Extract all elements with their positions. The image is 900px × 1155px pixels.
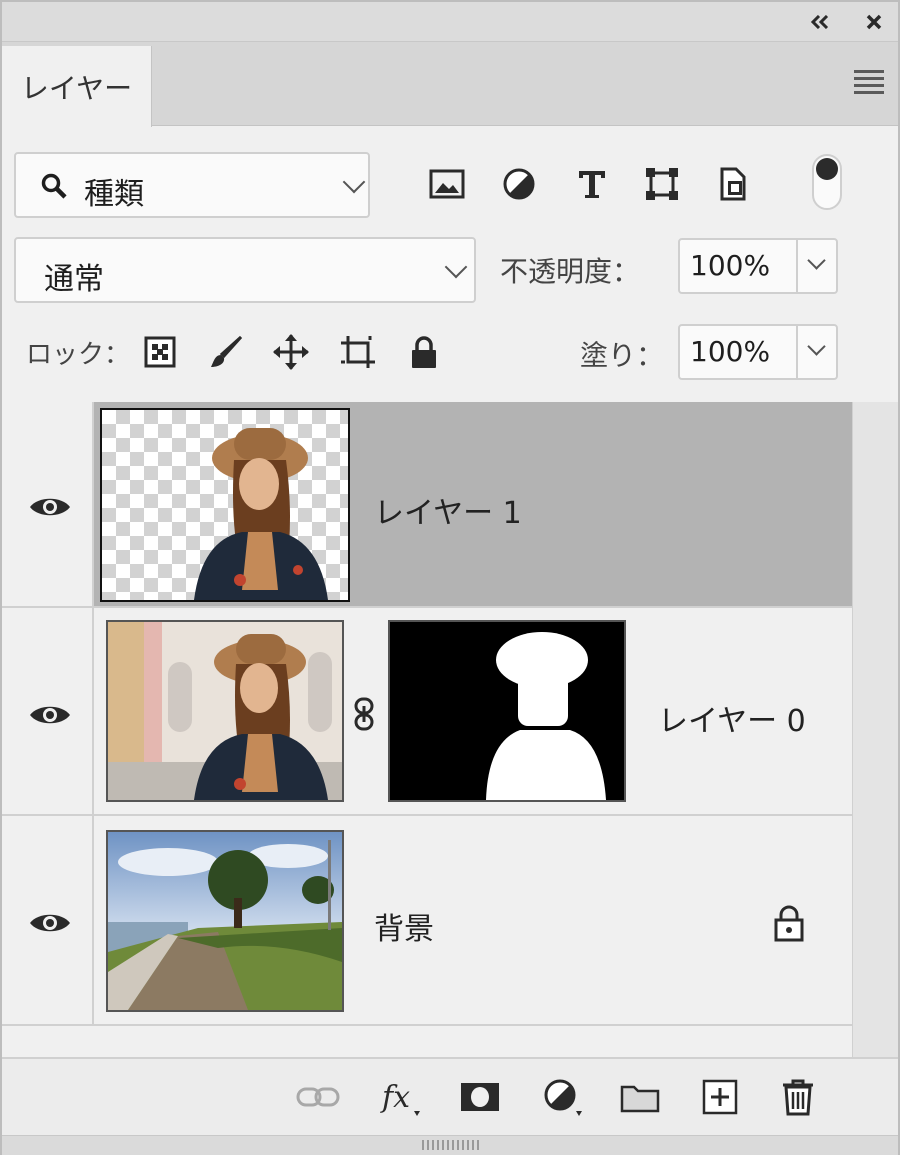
opacity-field[interactable]: 100%	[678, 238, 838, 294]
collapse-icon[interactable]	[808, 10, 832, 34]
lock-transparent-pixels-icon[interactable]	[140, 332, 180, 372]
layer-list: レイヤー 1 レイヤー 0 背景	[2, 402, 852, 1057]
layer-name[interactable]: 背景	[374, 904, 434, 948]
adjustment-layer-icon[interactable]	[540, 1075, 584, 1119]
layer-thumbnail[interactable]	[100, 408, 350, 602]
filter-kind-label: 種類	[84, 177, 144, 212]
lock-all-icon[interactable]	[404, 332, 444, 372]
close-icon[interactable]	[862, 10, 886, 34]
layer-thumbnail[interactable]	[106, 620, 344, 802]
fx-icon[interactable]: fx	[378, 1075, 422, 1119]
group-folder-icon[interactable]	[618, 1075, 662, 1119]
toggle-knob	[816, 158, 838, 180]
tab-label: レイヤー	[20, 71, 133, 105]
layer-name[interactable]: レイヤー 0	[658, 696, 806, 740]
search-icon	[40, 172, 68, 204]
panel-title-bar[interactable]	[2, 2, 898, 42]
lock-artboard-icon[interactable]	[338, 332, 378, 372]
eye-icon[interactable]	[28, 910, 72, 936]
chevron-down-icon[interactable]	[807, 337, 826, 356]
trash-icon[interactable]	[776, 1075, 820, 1119]
layer-name[interactable]: レイヤー 1	[374, 488, 522, 532]
layer-list-scrollbar[interactable]	[852, 402, 898, 1057]
layer-row-background[interactable]: 背景	[2, 816, 852, 1026]
lock-image-pixels-icon[interactable]	[206, 332, 246, 372]
blend-mode-label: 通常	[44, 262, 104, 297]
visibility-column	[2, 816, 94, 1024]
visibility-column	[2, 402, 94, 606]
layer-mask-thumbnail[interactable]	[388, 620, 626, 802]
visibility-column	[2, 608, 94, 814]
shape-filter-icon[interactable]	[642, 164, 682, 204]
layers-panel: レイヤー 種類 通常 不透明度： 100% ロック： 塗り： 100% レイヤー…	[0, 0, 900, 1155]
woman-street-image	[108, 622, 342, 800]
type-filter-icon[interactable]	[572, 164, 612, 204]
layers-footer: fx	[2, 1057, 898, 1135]
eye-icon[interactable]	[28, 702, 72, 728]
chevron-down-icon	[342, 170, 366, 194]
layer-row-layer-0[interactable]: レイヤー 0	[2, 608, 852, 816]
fill-label: 塗り：	[580, 339, 665, 372]
panel-menu-icon[interactable]	[854, 70, 884, 94]
mask-silhouette-image	[390, 622, 624, 800]
eye-icon[interactable]	[28, 494, 72, 520]
opacity-label: 不透明度：	[500, 255, 641, 288]
lock-label: ロック：	[26, 340, 131, 370]
chevron-down-icon[interactable]	[807, 251, 826, 270]
layer-thumbnail[interactable]	[106, 830, 344, 1012]
layer-row-layer-1[interactable]: レイヤー 1	[2, 402, 852, 608]
fill-value[interactable]: 100%	[690, 335, 770, 368]
link-layers-icon[interactable]	[296, 1075, 340, 1119]
chevron-down-icon	[444, 255, 468, 279]
opacity-value[interactable]: 100%	[690, 249, 770, 282]
tab-row: レイヤー	[2, 42, 898, 127]
fill-field[interactable]: 100%	[678, 324, 838, 380]
tab-layers[interactable]: レイヤー	[2, 46, 152, 127]
smart-object-filter-icon[interactable]	[714, 164, 754, 204]
resize-grip[interactable]	[2, 1135, 898, 1155]
blend-mode-select[interactable]: 通常	[14, 237, 476, 303]
mask-link-icon[interactable]	[352, 696, 376, 732]
new-layer-icon[interactable]	[698, 1075, 742, 1119]
adjustment-filter-icon[interactable]	[499, 164, 539, 204]
filter-toggle[interactable]	[812, 154, 842, 210]
layer-lock-icon	[772, 904, 806, 942]
coastal-path-image	[108, 832, 342, 1010]
pixel-layer-filter-icon[interactable]	[427, 164, 467, 204]
svg-text:fx: fx	[380, 1080, 410, 1115]
lock-position-icon[interactable]	[271, 332, 311, 372]
woman-cutout-image	[194, 428, 328, 600]
layer-filter-select[interactable]: 種類	[14, 152, 370, 218]
add-mask-icon[interactable]	[458, 1075, 502, 1119]
